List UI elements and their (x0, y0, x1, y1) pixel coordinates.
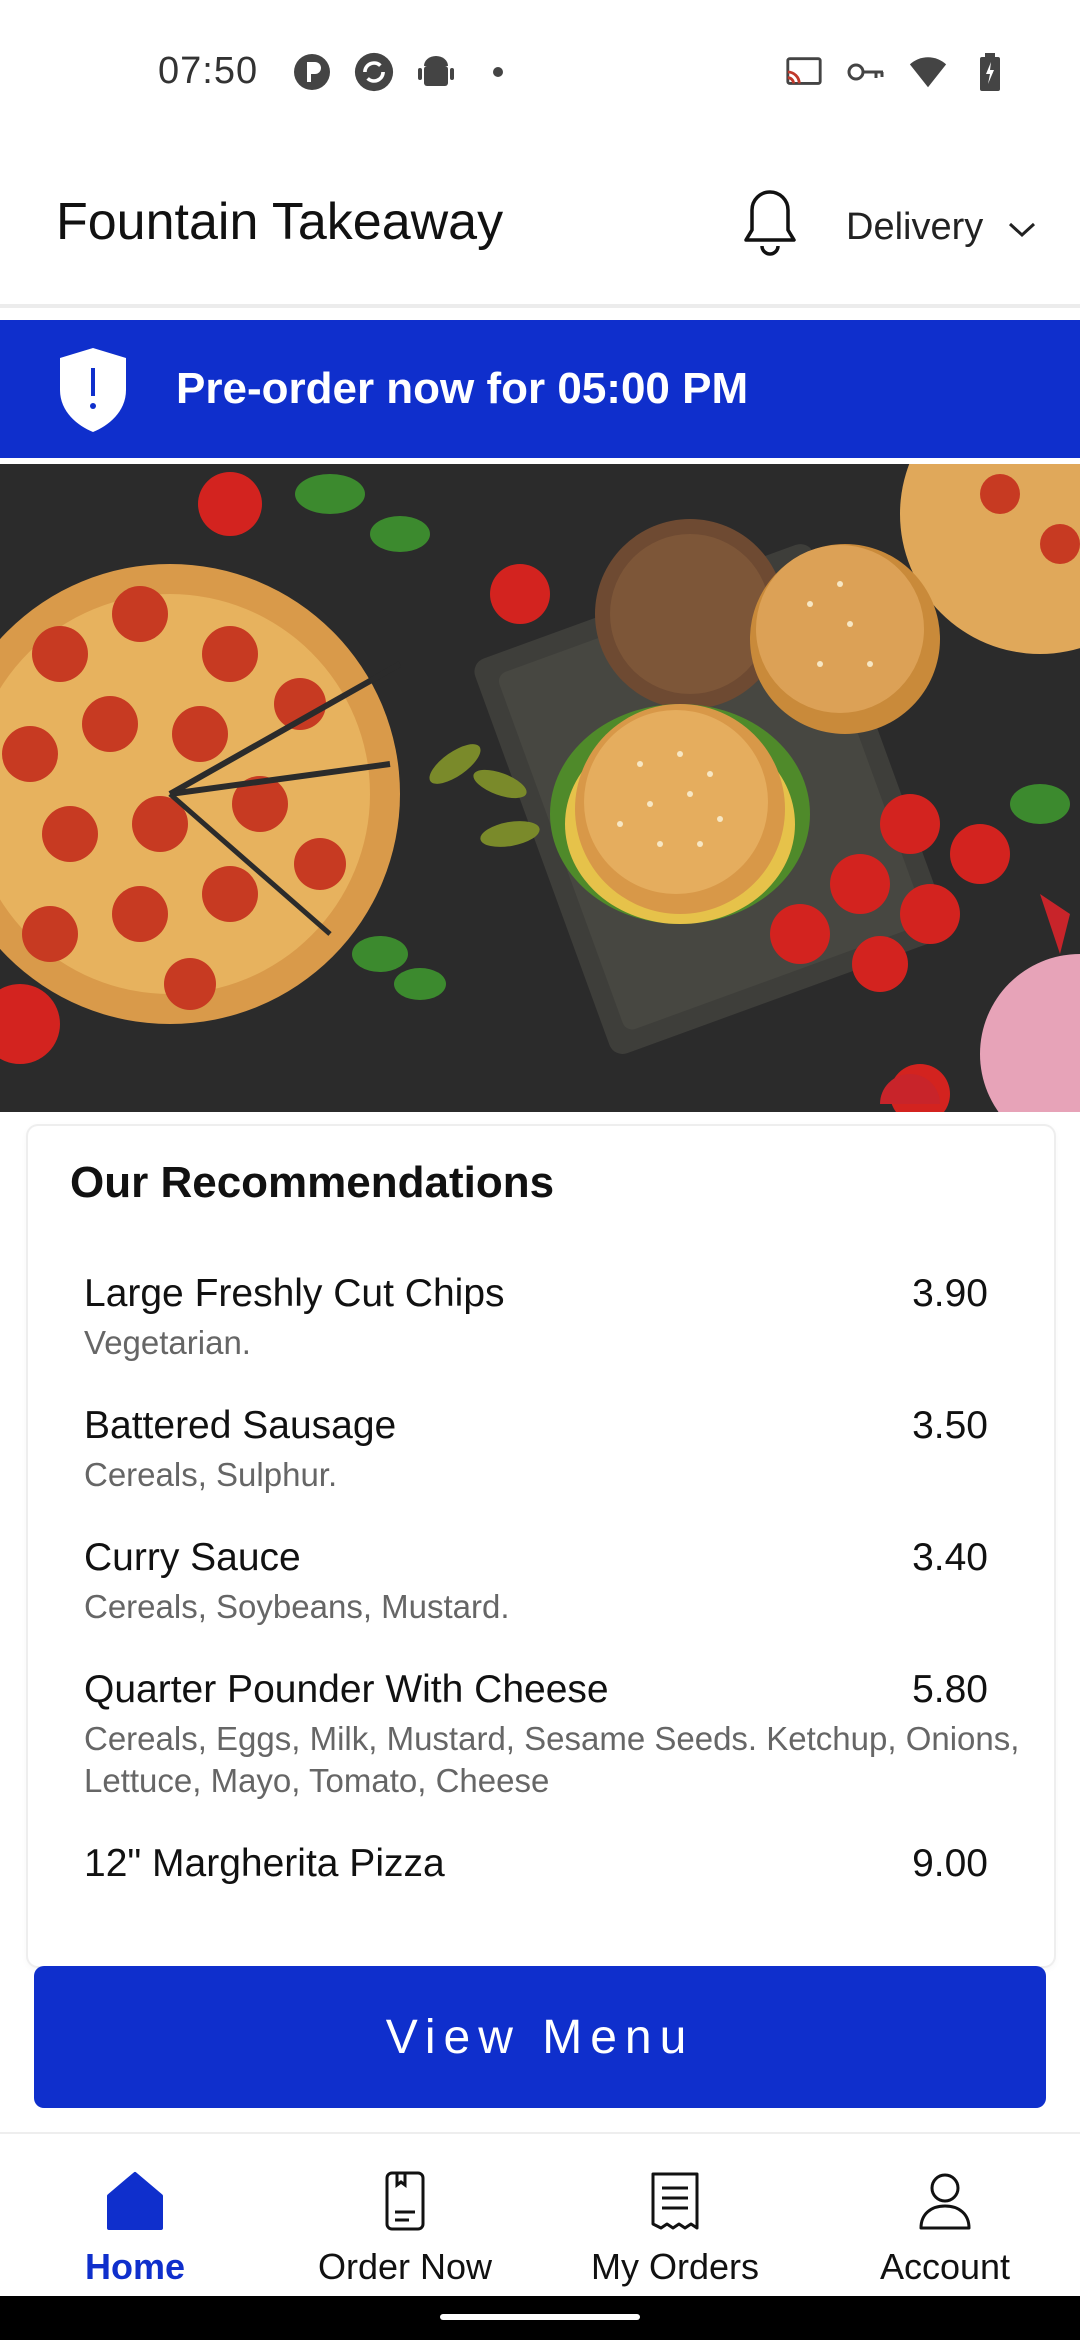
nav-label: Account (879, 2246, 1011, 2287)
recommendations-title: Our Recommendations (70, 1158, 555, 1207)
delivery-mode-select[interactable]: Delivery (846, 206, 1037, 249)
bottom-nav: Home Order Now My Orders Account (0, 2132, 1080, 2296)
item-price: 9.00 (912, 1842, 988, 1885)
item-name: Quarter Pounder With Cheese (84, 1668, 609, 1711)
app-header: Fountain Takeaway Delivery (0, 150, 1080, 308)
key-icon (846, 52, 886, 92)
nav-label: Home (84, 2246, 186, 2287)
view-menu-button[interactable]: View Menu (34, 1966, 1046, 2108)
list-item[interactable]: 12" Margherita Pizza 9.00 (84, 1842, 1044, 1886)
sync-icon (354, 52, 394, 92)
item-description: Cereals, Sulphur. (84, 1456, 338, 1493)
p-circle-icon (292, 52, 332, 92)
nav-item-my-orders[interactable]: My Orders (540, 2134, 810, 2298)
nav-label: My Orders (590, 2246, 759, 2287)
recommendations-list: Large Freshly Cut Chips 3.90 Vegetarian.… (84, 1272, 1044, 1926)
item-price: 3.90 (912, 1272, 988, 1315)
status-bar: 07:50 (0, 0, 1080, 150)
delivery-mode-label: Delivery (846, 206, 984, 248)
item-name: Curry Sauce (84, 1536, 301, 1579)
status-time: 07:50 (158, 50, 259, 92)
nav-item-home[interactable]: Home (0, 2134, 270, 2298)
gesture-bar (0, 2296, 1080, 2340)
status-right-icons (784, 52, 1010, 92)
wifi-icon (908, 52, 948, 92)
list-item[interactable]: Large Freshly Cut Chips 3.90 Vegetarian. (84, 1272, 1044, 1364)
battery-icon (970, 52, 1010, 92)
item-price: 3.50 (912, 1404, 988, 1447)
item-description: Cereals, Soybeans, Mustard. (84, 1588, 510, 1625)
item-name: Large Freshly Cut Chips (84, 1272, 505, 1315)
android-icon (416, 52, 456, 92)
home-icon (105, 2170, 165, 2232)
nav-item-account[interactable]: Account (810, 2134, 1080, 2298)
dot-icon (478, 52, 518, 92)
item-name: 12" Margherita Pizza (84, 1842, 445, 1885)
order-icon (375, 2170, 435, 2232)
cast-icon (784, 52, 824, 92)
preorder-banner: Pre-order now for 05:00 PM (0, 320, 1080, 458)
list-item[interactable]: Quarter Pounder With Cheese 5.80 Cereals… (84, 1668, 1044, 1802)
list-item[interactable]: Curry Sauce 3.40 Cereals, Soybeans, Must… (84, 1536, 1044, 1628)
recommendations-card: Our Recommendations Large Freshly Cut Ch… (28, 1126, 1054, 1966)
item-description: Cereals, Eggs, Milk, Mustard, Sesame See… (84, 1720, 1020, 1799)
nav-item-order-now[interactable]: Order Now (270, 2134, 540, 2298)
item-name: Battered Sausage (84, 1404, 397, 1447)
bell-icon[interactable] (740, 186, 800, 262)
item-description: Vegetarian. (84, 1324, 251, 1361)
user-icon (915, 2170, 975, 2232)
gesture-handle[interactable] (440, 2314, 640, 2320)
chevron-down-icon (1007, 206, 1037, 249)
item-price: 5.80 (912, 1668, 988, 1711)
item-price: 3.40 (912, 1536, 988, 1579)
app-title: Fountain Takeaway (56, 193, 504, 251)
preorder-text: Pre-order now for 05:00 PM (176, 364, 749, 413)
shield-alert-icon (56, 346, 130, 434)
list-item[interactable]: Battered Sausage 3.50 Cereals, Sulphur. (84, 1404, 1044, 1496)
nav-label: Order Now (317, 2246, 493, 2287)
hero-food-image (0, 464, 1080, 1112)
receipt-icon (645, 2170, 705, 2232)
status-left-icons (292, 52, 518, 92)
